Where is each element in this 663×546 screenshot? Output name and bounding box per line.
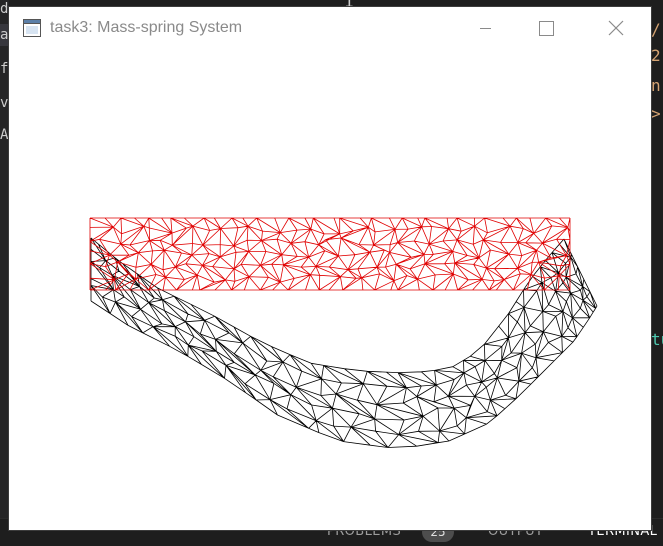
editor-code-fragment: n bbox=[651, 76, 661, 95]
explorer-item[interactable]: fi bbox=[0, 58, 9, 80]
editor-code-fragment: > bbox=[651, 104, 661, 123]
minimize-button[interactable] bbox=[462, 7, 508, 51]
window-title: task3: Mass-spring System bbox=[50, 19, 243, 36]
mesh-springs bbox=[89, 217, 571, 291]
close-icon bbox=[608, 20, 624, 36]
explorer-sidebar: d a fi vi AI bbox=[0, 0, 9, 545]
maximize-icon bbox=[539, 21, 554, 36]
explorer-item[interactable]: d bbox=[0, 0, 9, 20]
app-window-icon bbox=[23, 19, 41, 37]
minimize-icon bbox=[480, 28, 491, 29]
title-bar[interactable]: task3: Mass-spring System bbox=[9, 7, 651, 51]
explorer-item[interactable]: a bbox=[0, 24, 9, 46]
editor-code-fragment: tu bbox=[651, 330, 663, 349]
editor-code-fragment: / bbox=[651, 20, 661, 39]
close-button[interactable] bbox=[592, 7, 638, 51]
editor-code-fragment: 2, bbox=[651, 46, 663, 65]
rest-mesh bbox=[89, 217, 571, 291]
explorer-item[interactable]: vi bbox=[0, 92, 9, 114]
explorer-item[interactable]: AI bbox=[0, 124, 9, 146]
app-window: task3: Mass-spring System bbox=[9, 7, 651, 530]
simulation-canvas[interactable] bbox=[9, 51, 651, 530]
maximize-button[interactable] bbox=[522, 7, 568, 51]
